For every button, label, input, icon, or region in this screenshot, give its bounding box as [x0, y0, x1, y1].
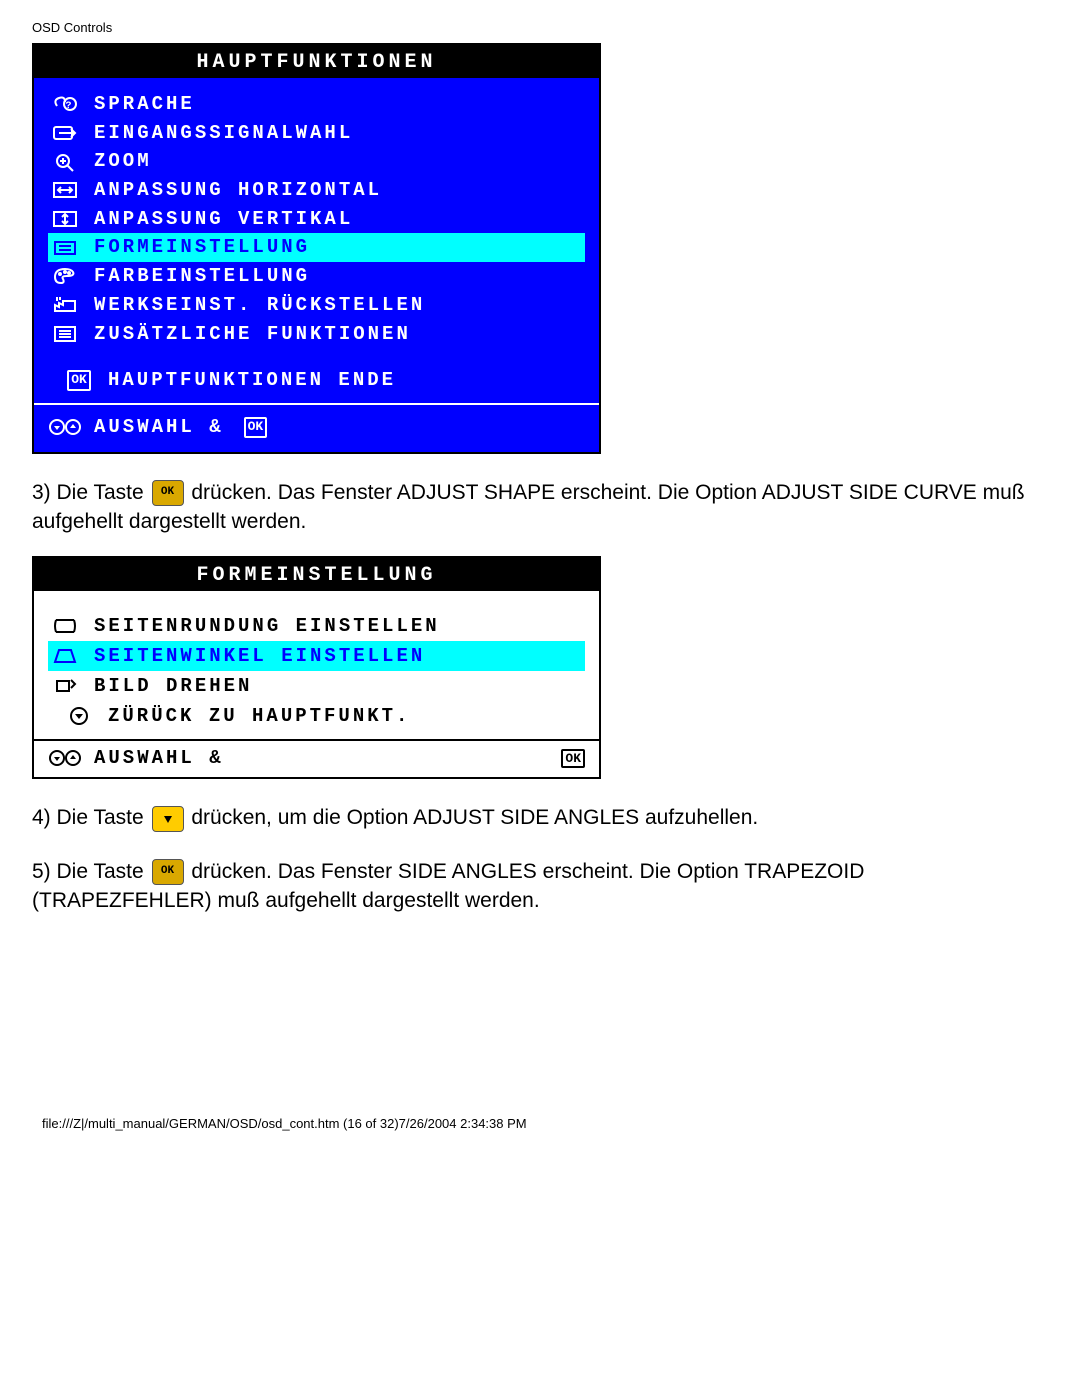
- page-header: OSD Controls: [32, 20, 1048, 35]
- down-icon: [62, 706, 96, 726]
- menu-item-back[interactable]: ZÜRÜCK ZU HAUPTFUNKT.: [48, 701, 585, 731]
- menu-item-horizontal[interactable]: ANPASSUNG HORIZONTAL: [48, 176, 585, 205]
- osd2-title: FORMEINSTELLUNG: [34, 558, 599, 591]
- step-4-text: 4) Die Taste drücken, um die Option ADJU…: [32, 803, 1048, 832]
- menu-label: EINGANGSSIGNALWAHL: [94, 121, 353, 146]
- menu-label: BILD DREHEN: [94, 675, 252, 697]
- footer-label: AUSWAHL &: [94, 747, 224, 769]
- osd1-title: HAUPTFUNKTIONEN: [34, 45, 599, 78]
- osd-main-controls: HAUPTFUNKTIONEN ? SPRACHE EINGANGSSIGNAL…: [32, 43, 601, 454]
- ok-icon: OK: [62, 370, 96, 391]
- list-icon: [48, 324, 82, 344]
- menu-item-vertical[interactable]: ANPASSUNG VERTIKAL: [48, 205, 585, 234]
- zoom-icon: [48, 152, 82, 172]
- shape-icon: [48, 238, 82, 258]
- menu-label: FORMEINSTELLUNG: [94, 235, 310, 260]
- down-up-icon: [48, 417, 82, 437]
- menu-label: SPRACHE: [94, 92, 195, 117]
- ok-button-icon: OK: [152, 480, 184, 506]
- down-button-icon: [152, 806, 184, 832]
- footer-label: AUSWAHL &: [94, 415, 224, 440]
- menu-item-shape[interactable]: FORMEINSTELLUNG: [48, 233, 585, 262]
- menu-label: WERKSEINST. RÜCKSTELLEN: [94, 293, 425, 318]
- barrel-icon: [48, 616, 82, 636]
- menu-label: ZÜRÜCK ZU HAUPTFUNKT.: [108, 705, 410, 727]
- ok-button-icon: OK: [152, 859, 184, 885]
- menu-label: ANPASSUNG VERTIKAL: [94, 207, 353, 232]
- osd1-footer: AUSWAHL & OK: [48, 413, 585, 442]
- step-5-text: 5) Die Taste OK drücken. Das Fenster SID…: [32, 857, 1048, 916]
- language-icon: ?: [48, 94, 82, 114]
- menu-item-input-signal[interactable]: EINGANGSSIGNALWAHL: [48, 119, 585, 148]
- step-3-text: 3) Die Taste OK drücken. Das Fenster ADJ…: [32, 478, 1048, 537]
- menu-label: ANPASSUNG HORIZONTAL: [94, 178, 382, 203]
- footer-path: file:///Z|/multi_manual/GERMAN/OSD/osd_c…: [32, 1116, 1048, 1131]
- menu-item-side-angles[interactable]: SEITENWINKEL EINSTELLEN: [48, 641, 585, 671]
- ok-icon: OK: [244, 417, 268, 438]
- horizontal-icon: [48, 180, 82, 200]
- menu-item-color[interactable]: FARBEINSTELLUNG: [48, 262, 585, 291]
- vertical-icon: [48, 209, 82, 229]
- input-signal-icon: [48, 123, 82, 143]
- menu-item-rotation[interactable]: BILD DREHEN: [48, 671, 585, 701]
- svg-text:?: ?: [65, 101, 74, 112]
- trapezoid-icon: [48, 646, 82, 666]
- menu-item-extra[interactable]: ZUSÄTZLICHE FUNKTIONEN: [48, 320, 585, 349]
- down-up-icon: [48, 748, 82, 768]
- menu-label: SEITENRUNDUNG EINSTELLEN: [94, 615, 440, 637]
- menu-label: SEITENWINKEL EINSTELLEN: [94, 645, 425, 667]
- ok-icon: OK: [561, 749, 585, 768]
- menu-label: HAUPTFUNKTIONEN ENDE: [108, 368, 396, 393]
- menu-item-language[interactable]: ? SPRACHE: [48, 90, 585, 119]
- palette-icon: [48, 266, 82, 286]
- rotate-icon: [48, 676, 82, 696]
- menu-label: ZUSÄTZLICHE FUNKTIONEN: [94, 322, 411, 347]
- menu-label: ZOOM: [94, 149, 152, 174]
- factory-icon: [48, 295, 82, 315]
- menu-item-exit[interactable]: OK HAUPTFUNKTIONEN ENDE: [48, 366, 585, 395]
- menu-item-factory-reset[interactable]: WERKSEINST. RÜCKSTELLEN: [48, 291, 585, 320]
- osd2-footer: AUSWAHL & OK: [34, 739, 599, 777]
- osd-shape-adjust: FORMEINSTELLUNG SEITENRUNDUNG EINSTELLEN…: [32, 556, 601, 779]
- menu-label: FARBEINSTELLUNG: [94, 264, 310, 289]
- menu-item-side-curve[interactable]: SEITENRUNDUNG EINSTELLEN: [48, 611, 585, 641]
- menu-item-zoom[interactable]: ZOOM: [48, 147, 585, 176]
